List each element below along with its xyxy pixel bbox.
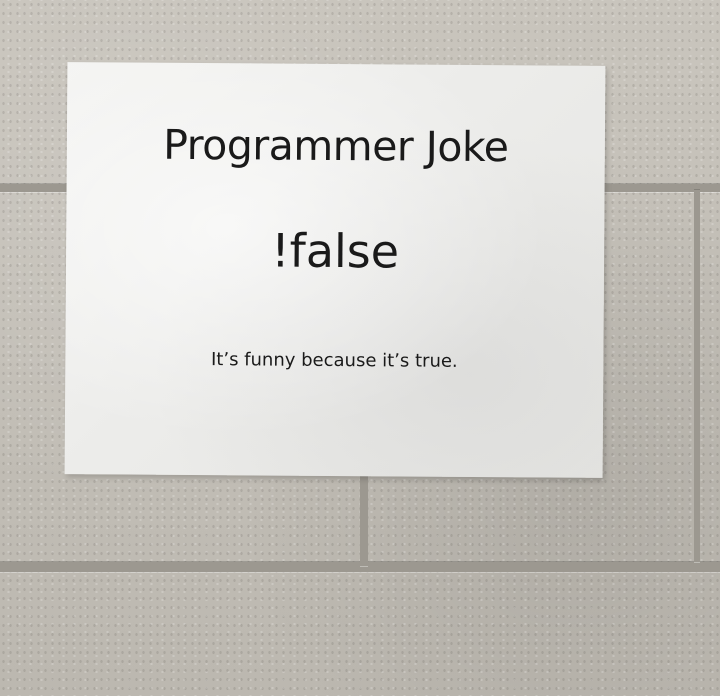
photo-scene: Programmer Joke !false It’s funny becaus… [0, 0, 720, 696]
sign-title: Programmer Joke [163, 120, 509, 172]
paper-sign: Programmer Joke !false It’s funny becaus… [64, 62, 606, 478]
mortar-joint-vertical [360, 476, 368, 566]
sign-joke: !false [271, 223, 400, 279]
sign-punchline: It’s funny because it’s true. [210, 349, 458, 372]
mortar-joint-right [694, 190, 700, 562]
